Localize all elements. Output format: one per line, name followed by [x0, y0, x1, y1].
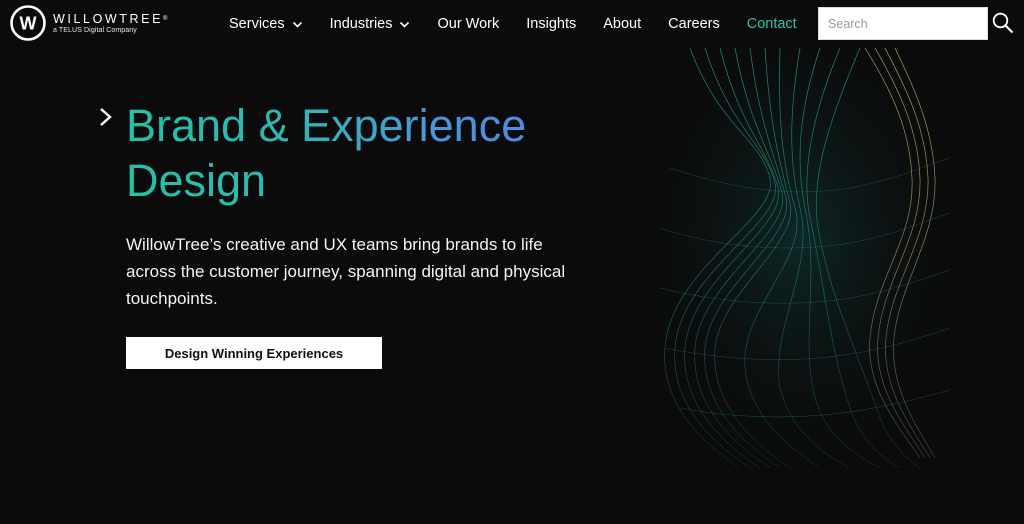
hero-description: WillowTree’s creative and UX teams bring…	[126, 235, 566, 308]
main-nav: Services Industries Our Work Insights Ab…	[229, 0, 824, 48]
nav-services-label: Services	[229, 16, 285, 32]
chevron-right-icon	[100, 108, 112, 126]
brand-tagline: a TELUS Digital Company	[53, 26, 137, 34]
nav-services[interactable]: Services	[229, 16, 303, 32]
logo-link[interactable]: W WILLOWTREE® a TELUS Digital Company	[10, 5, 167, 41]
nav-about[interactable]: About	[603, 16, 641, 32]
search-box	[818, 7, 988, 40]
registered-mark: ®	[163, 15, 168, 22]
design-winning-experiences-button[interactable]: Design Winning Experiences	[126, 337, 382, 369]
logo-letter: W	[20, 14, 37, 34]
nav-industries[interactable]: Industries	[330, 16, 411, 32]
search-input[interactable]	[819, 8, 987, 39]
logo-wordmark: WILLOWTREE® a TELUS Digital Company	[53, 12, 167, 35]
nav-careers[interactable]: Careers	[668, 16, 720, 32]
chevron-down-icon	[292, 21, 302, 28]
willowtree-logo-icon: W	[10, 5, 46, 41]
chevron-down-icon	[400, 21, 410, 28]
nav-insights[interactable]: Insights	[526, 16, 576, 32]
brand-name: WILLOWTREE®	[53, 11, 168, 26]
nav-our-work[interactable]: Our Work	[437, 16, 499, 32]
search-icon[interactable]	[992, 12, 1014, 34]
nav-industries-label: Industries	[329, 16, 393, 32]
hero-title: Brand & Experience Design	[126, 98, 606, 208]
abstract-wave-artwork	[650, 48, 950, 468]
page: W WILLOWTREE® a TELUS Digital Company Se…	[0, 0, 1024, 524]
nav-contact[interactable]: Contact	[747, 16, 797, 32]
site-header: W WILLOWTREE® a TELUS Digital Company Se…	[0, 0, 1024, 48]
